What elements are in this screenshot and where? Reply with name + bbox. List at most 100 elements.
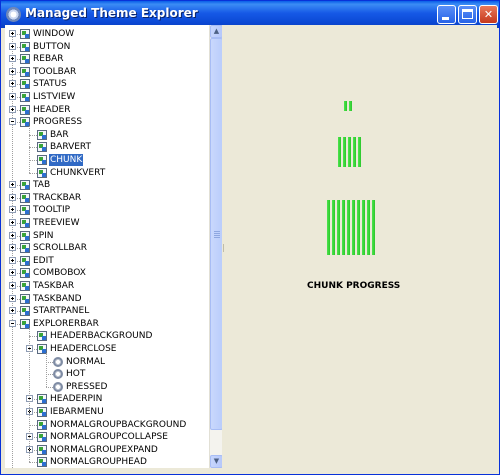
tree-item-trackbar[interactable]: TRACKBAR xyxy=(5,192,209,204)
tree-item-chunk[interactable]: CHUNK xyxy=(5,153,209,167)
theme-class-icon xyxy=(20,41,30,52)
tree-item-label: EDIT xyxy=(33,255,54,266)
tree-item-label: NORMAL xyxy=(66,356,106,367)
tree-connector-line xyxy=(29,424,37,426)
tree-item-normal[interactable]: NORMAL xyxy=(5,356,209,368)
tree-connector-line xyxy=(46,374,53,376)
tree-connector-line xyxy=(29,126,30,173)
tree-item-scrollbar[interactable]: SCROLLBAR xyxy=(5,242,209,254)
tree-item-combobox[interactable]: COMBOBOX xyxy=(5,267,209,279)
theme-class-tree[interactable]: WINDOW BUTTON REBAR TOOLBAR STATUS LISTVIEW HE… xyxy=(5,25,209,468)
progress-chunk xyxy=(347,137,351,167)
tree-vertical-scrollbar[interactable]: ▲ ▼ xyxy=(209,25,223,468)
tree-item-label: PROGRESS xyxy=(33,117,83,128)
tree-item-toolbar[interactable]: TOOLBAR xyxy=(5,66,209,78)
expand-icon[interactable] xyxy=(9,93,16,100)
title-bar[interactable]: Managed Theme Explorer ✕ xyxy=(1,1,499,28)
theme-class-icon xyxy=(20,218,30,228)
expand-icon[interactable] xyxy=(9,67,16,75)
theme-part-icon xyxy=(37,444,47,455)
expand-icon[interactable] xyxy=(9,307,16,315)
tree-connector-line xyxy=(46,353,47,387)
expand-icon[interactable] xyxy=(9,231,16,239)
tree-item-listview[interactable]: LISTVIEW xyxy=(5,91,209,103)
tree-item-bar[interactable]: BAR xyxy=(5,129,209,141)
minimize-button[interactable] xyxy=(437,5,456,24)
tree-item-status[interactable]: STATUS xyxy=(5,78,209,90)
tree-connector-line xyxy=(29,147,37,149)
tree-item-label: BAR xyxy=(50,129,69,140)
expand-icon[interactable] xyxy=(9,294,16,302)
tree-item-button[interactable]: BUTTON xyxy=(5,41,209,53)
thumb-grip-icon xyxy=(214,235,220,236)
tree-item-label: EXPLORERBAR xyxy=(33,318,99,329)
tree-connector-line xyxy=(46,386,53,388)
expand-icon[interactable] xyxy=(9,269,16,277)
tree-item-normalgroupbackground[interactable]: NORMALGROUPBACKGROUND xyxy=(5,419,209,431)
tree-item-headerbackground[interactable]: HEADERBACKGROUND xyxy=(5,330,209,342)
theme-class-icon xyxy=(20,205,30,216)
theme-part-icon xyxy=(37,142,47,153)
tree-item-edit[interactable]: EDIT xyxy=(5,255,209,267)
tree-item-taskband[interactable]: TASKBAND xyxy=(5,293,209,305)
expand-icon[interactable] xyxy=(9,206,16,214)
tree-item-headerclose[interactable]: HEADERCLOSE xyxy=(5,343,209,355)
progress-chunk xyxy=(352,200,355,255)
tree-item-label: TASKBAR xyxy=(33,281,75,291)
tree-item-iebarmenu[interactable]: IEBARMENU xyxy=(5,406,209,418)
tree-item-normalgroupexpand[interactable]: NORMALGROUPEXPAND xyxy=(5,444,209,456)
progress-chunk xyxy=(332,200,335,255)
theme-class-icon xyxy=(20,293,30,304)
tree-item-normalgrouphead[interactable]: NORMALGROUPHEAD xyxy=(5,456,209,468)
preview-caption: CHUNK PROGRESS xyxy=(307,281,401,291)
tree-item-label: STATUS xyxy=(33,79,67,90)
tree-item-treeview[interactable]: TREEVIEW xyxy=(5,217,209,229)
theme-explorer-icon[interactable] xyxy=(6,7,21,22)
tree-item-pressed[interactable]: PRESSED xyxy=(5,381,209,393)
expand-icon[interactable] xyxy=(9,80,16,88)
tree-item-taskbar[interactable]: TASKBAR xyxy=(5,280,209,292)
tree-item-label: NORMALGROUPEXPAND xyxy=(50,444,158,455)
tree-connector-line xyxy=(29,462,37,464)
tree-item-label: HEADER xyxy=(33,104,71,115)
tree-item-label: TOOLTIP xyxy=(33,205,71,216)
tree-item-header[interactable]: HEADER xyxy=(5,104,209,116)
tree-item-chunkvert[interactable]: CHUNKVERT xyxy=(5,167,209,179)
tree-item-explorerbar[interactable]: EXPLORERBAR xyxy=(5,318,209,330)
theme-class-icon xyxy=(20,306,30,317)
expand-icon[interactable] xyxy=(9,105,16,113)
state-gear-icon xyxy=(53,369,63,380)
tree-item-window[interactable]: WINDOW xyxy=(5,28,209,40)
tree-item-hot[interactable]: HOT xyxy=(5,368,209,380)
theme-part-icon xyxy=(37,331,47,342)
tree-item-headerpin[interactable]: HEADERPIN xyxy=(5,393,209,405)
expand-icon[interactable] xyxy=(9,244,16,252)
scroll-up-arrow-icon: ▲ xyxy=(213,27,220,35)
progress-chunk xyxy=(357,137,361,167)
collapse-icon[interactable] xyxy=(9,319,16,327)
tree-item-rebar[interactable]: REBAR xyxy=(5,53,209,65)
maximize-button[interactable] xyxy=(458,5,477,24)
tree-item-label: SCROLLBAR xyxy=(33,243,87,254)
progress-chunk xyxy=(344,101,347,111)
tree-item-progress[interactable]: PROGRESS xyxy=(5,116,209,128)
expand-icon[interactable] xyxy=(9,282,16,289)
expand-icon[interactable] xyxy=(9,30,16,37)
expand-icon[interactable] xyxy=(9,55,16,63)
tree-item-normalgroupcollapse[interactable]: NORMALGROUPCOLLAPSE xyxy=(5,431,209,443)
tree-item-tooltip[interactable]: TOOLTIP xyxy=(5,204,209,216)
tree-item-startpanel[interactable]: STARTPANEL xyxy=(5,305,209,317)
close-button[interactable]: ✕ xyxy=(479,5,498,24)
tree-item-barvert[interactable]: BARVERT xyxy=(5,141,209,153)
expand-icon[interactable] xyxy=(9,219,16,226)
expand-icon[interactable] xyxy=(9,42,16,50)
expand-icon[interactable] xyxy=(9,256,16,264)
progress-chunk xyxy=(327,200,330,255)
tree-item-tab[interactable]: TAB xyxy=(5,179,209,191)
expand-icon[interactable] xyxy=(9,181,16,189)
expand-icon[interactable] xyxy=(9,193,16,201)
collapse-icon[interactable] xyxy=(9,118,16,126)
tree-item-spin[interactable]: SPIN xyxy=(5,230,209,242)
theme-part-icon xyxy=(37,407,47,417)
tree-item-label: TREEVIEW xyxy=(33,218,80,228)
